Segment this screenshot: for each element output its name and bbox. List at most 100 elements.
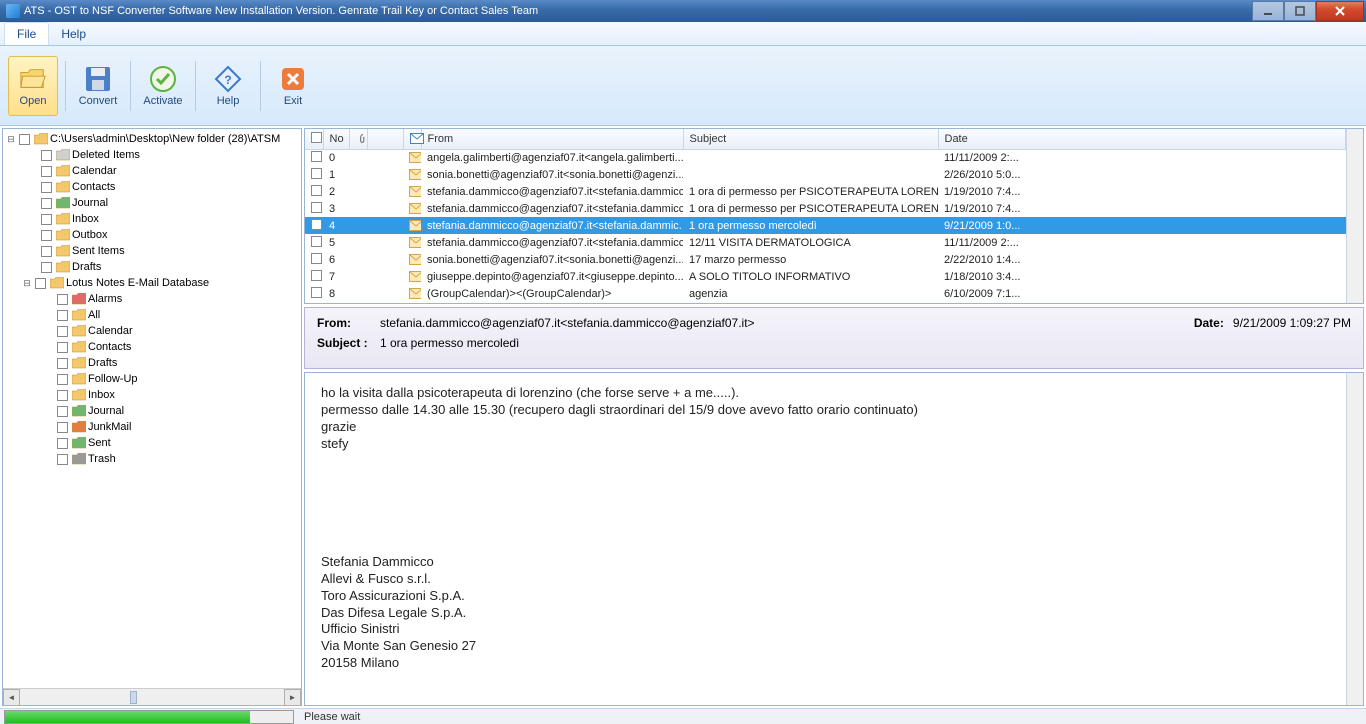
scroll-left-arrow[interactable]: ◄ [3,689,20,706]
col-checkbox[interactable] [305,129,323,149]
tree-item[interactable]: Contacts [3,179,301,195]
tree-item[interactable]: Contacts [3,339,301,355]
row-checkbox[interactable] [311,287,322,298]
message-row[interactable]: 5stefania.dammicco@agenziaf07.it<stefani… [305,234,1346,251]
tree-checkbox[interactable] [41,198,52,209]
cell-no: 2 [323,183,349,200]
tree-checkbox[interactable] [41,214,52,225]
tree-checkbox[interactable] [57,406,68,417]
tree-checkbox[interactable] [57,326,68,337]
message-row[interactable]: 7giuseppe.depinto@agenziaf07.it<giuseppe… [305,268,1346,285]
exit-button[interactable]: Exit [268,56,318,116]
tree-checkbox[interactable] [57,422,68,433]
tree-item[interactable]: Inbox [3,387,301,403]
open-button[interactable]: Open [8,56,58,116]
message-row[interactable]: 6sonia.bonetti@agenziaf07.it<sonia.bonet… [305,251,1346,268]
tree-checkbox[interactable] [41,166,52,177]
date-value: 9/21/2009 1:09:27 PM [1233,316,1351,330]
message-row[interactable]: 3stefania.dammicco@agenziaf07.it<stefani… [305,200,1346,217]
tree-item[interactable]: Journal [3,195,301,211]
tree-item[interactable]: Sent [3,435,301,451]
status-bar: Please wait [0,708,1366,724]
collapse-icon[interactable]: ⊟ [5,134,17,145]
tree-checkbox[interactable] [41,182,52,193]
tree-item[interactable]: Calendar [3,163,301,179]
tree-checkbox[interactable] [57,454,68,465]
col-from[interactable]: From [421,129,683,149]
menu-help[interactable]: Help [49,22,98,45]
tree-item[interactable]: Sent Items [3,243,301,259]
minimize-button[interactable] [1252,1,1284,21]
tree-item[interactable]: JunkMail [3,419,301,435]
row-checkbox[interactable] [311,236,322,247]
tree-checkbox[interactable] [57,294,68,305]
row-checkbox[interactable] [311,270,322,281]
body-vertical-scrollbar[interactable] [1346,373,1363,705]
tree-checkbox[interactable] [35,278,46,289]
separator [195,61,196,111]
envelope-icon [403,285,421,302]
tree-checkbox[interactable] [57,374,68,385]
tree-checkbox[interactable] [41,230,52,241]
separator [130,61,131,111]
tree-item[interactable]: Alarms [3,291,301,307]
col-date[interactable]: Date [938,129,1346,149]
close-button[interactable] [1316,1,1364,21]
tree-checkbox[interactable] [41,246,52,257]
tree-checkbox[interactable] [57,342,68,353]
row-checkbox[interactable] [311,253,322,264]
tree-item[interactable]: Outbox [3,227,301,243]
tree-checkbox[interactable] [57,310,68,321]
message-row[interactable]: 0angela.galimberti@agenziaf07.it<angela.… [305,149,1346,166]
tree-item[interactable]: All [3,307,301,323]
row-checkbox[interactable] [311,185,322,196]
cell-from: sonia.bonetti@agenziaf07.it<sonia.bonett… [421,251,683,268]
menu-file[interactable]: File [4,22,49,45]
message-row[interactable]: 2 stefania.dammicco@agenziaf07.it<stefani… [305,183,1346,200]
col-no[interactable]: No [323,129,349,149]
col-blank[interactable] [367,129,403,149]
cell-from: angela.galimberti@agenziaf07.it<angela.g… [421,149,683,166]
scroll-right-arrow[interactable]: ► [284,689,301,706]
tree-item[interactable]: Drafts [3,355,301,371]
from-value: stefania.dammicco@agenziaf07.it<stefania… [380,316,755,330]
tree-root[interactable]: ⊟C:\Users\admin\Desktop\New folder (28)\… [3,131,301,147]
tree-checkbox[interactable] [57,390,68,401]
tree-item[interactable]: Drafts [3,259,301,275]
convert-button[interactable]: Convert [73,56,123,116]
col-subject[interactable]: Subject [683,129,938,149]
tree-item[interactable]: Follow-Up [3,371,301,387]
tree-item[interactable]: Calendar [3,323,301,339]
message-row[interactable]: 1sonia.bonetti@agenziaf07.it<sonia.bonet… [305,166,1346,183]
tree-checkbox[interactable] [57,438,68,449]
check-circle-icon [149,65,177,93]
row-checkbox[interactable] [311,219,322,230]
help-button[interactable]: ? Help [203,56,253,116]
tree-item[interactable]: Deleted Items [3,147,301,163]
tree-item[interactable]: Inbox [3,211,301,227]
grid-vertical-scrollbar[interactable] [1346,129,1363,303]
tree-item[interactable]: Trash [3,451,301,467]
col-attachment[interactable] [349,129,367,149]
collapse-icon[interactable]: ⊟ [21,278,33,289]
tree-checkbox[interactable] [19,134,30,145]
col-envelope[interactable] [403,129,421,149]
tree-horizontal-scrollbar[interactable]: ◄ ► [3,688,301,705]
exit-x-icon [279,65,307,93]
tree-checkbox[interactable] [57,358,68,369]
cell-from: stefania.dammicco@agenziaf07.it<stefania… [421,183,683,200]
maximize-button[interactable] [1284,1,1316,21]
message-row[interactable]: 8(GroupCalendar)><(GroupCalendar)>agenzi… [305,285,1346,302]
row-checkbox[interactable] [311,168,322,179]
scrollbar-thumb[interactable] [130,691,137,704]
row-checkbox[interactable] [311,151,322,162]
message-row[interactable]: 4stefania.dammicco@agenziaf07.it<stefani… [305,217,1346,234]
tree-checkbox[interactable] [41,262,52,273]
tree-checkbox[interactable] [41,150,52,161]
cell-from: giuseppe.depinto@agenziaf07.it<giuseppe.… [421,268,683,285]
tree-db-node[interactable]: ⊟Lotus Notes E-Mail Database [3,275,301,291]
row-checkbox[interactable] [311,202,322,213]
cell-subject: agenzia [683,285,938,302]
tree-item[interactable]: Journal [3,403,301,419]
activate-button[interactable]: Activate [138,56,188,116]
